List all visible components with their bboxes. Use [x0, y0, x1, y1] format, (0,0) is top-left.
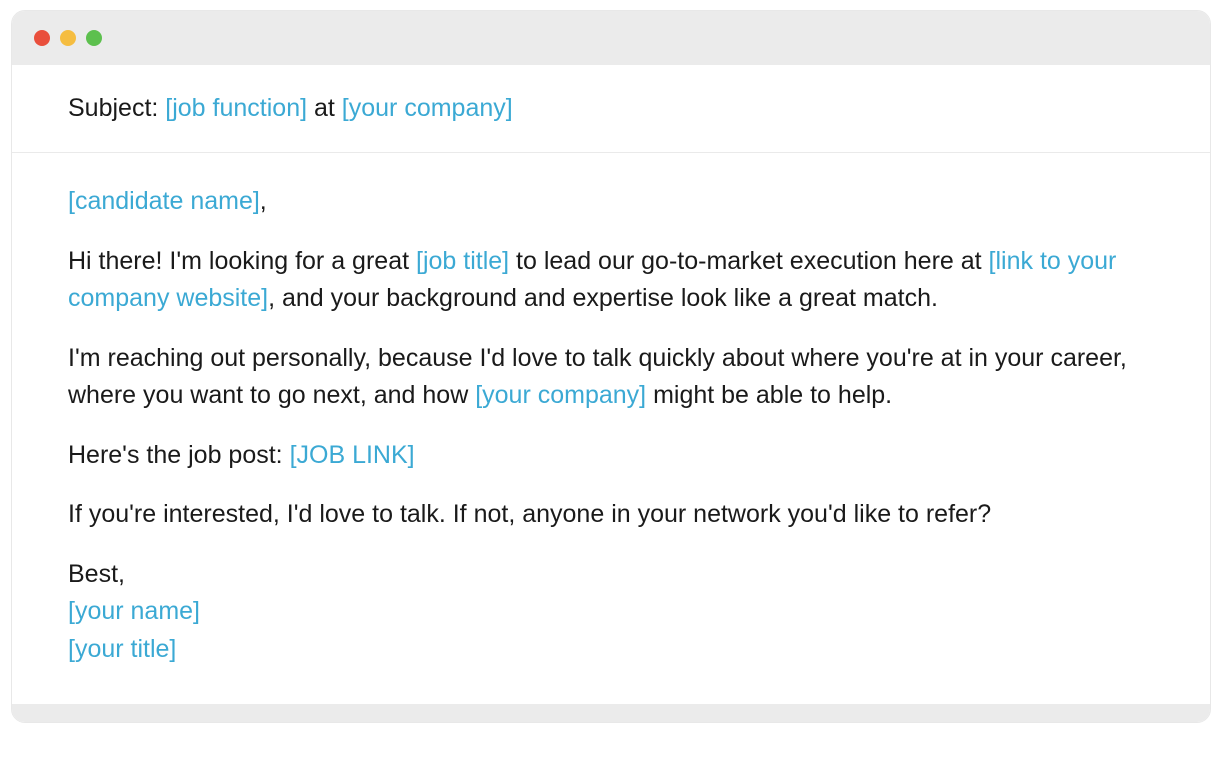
close-icon[interactable]	[34, 30, 50, 46]
greeting-line: [candidate name],	[68, 183, 1154, 221]
paragraph-joblink: Here's the job post: [JOB LINK]	[68, 437, 1154, 475]
paragraph-intro: Hi there! I'm looking for a great [job t…	[68, 243, 1154, 318]
subject-line: Subject: [job function] at [your company…	[12, 65, 1210, 153]
para1-text3: , and your background and expertise look…	[268, 284, 938, 312]
email-template-window: Subject: [job function] at [your company…	[11, 10, 1211, 723]
subject-job-function-placeholder: [job function]	[165, 94, 307, 122]
minimize-icon[interactable]	[60, 30, 76, 46]
subject-company-placeholder: [your company]	[342, 94, 513, 122]
para3-text1: Here's the job post:	[68, 441, 290, 469]
email-body: [candidate name], Hi there! I'm looking …	[12, 153, 1210, 704]
para1-text1: Hi there! I'm looking for a great	[68, 247, 416, 275]
subject-label: Subject:	[68, 94, 165, 122]
para4-text1: If you're interested, I'd love to talk. …	[68, 500, 991, 528]
your-title-placeholder: [your title]	[68, 635, 176, 663]
signoff-best: Best,	[68, 560, 125, 588]
maximize-icon[interactable]	[86, 30, 102, 46]
job-title-placeholder: [job title]	[416, 247, 509, 275]
window-titlebar	[12, 11, 1210, 65]
job-link-placeholder: [JOB LINK]	[290, 441, 415, 469]
paragraph-reachout: I'm reaching out personally, because I'd…	[68, 340, 1154, 415]
greeting-comma: ,	[260, 187, 267, 215]
your-company-placeholder: [your company]	[475, 381, 646, 409]
traffic-lights	[34, 30, 102, 46]
your-name-placeholder: [your name]	[68, 597, 200, 625]
paragraph-cta: If you're interested, I'd love to talk. …	[68, 496, 1154, 534]
subject-connector: at	[307, 94, 342, 122]
signature-block: Best, [your name] [your title]	[68, 556, 1154, 669]
para2-text2: might be able to help.	[646, 381, 892, 409]
window-footer	[12, 704, 1210, 722]
para1-text2: to lead our go-to-market execution here …	[509, 247, 988, 275]
candidate-name-placeholder: [candidate name]	[68, 187, 260, 215]
